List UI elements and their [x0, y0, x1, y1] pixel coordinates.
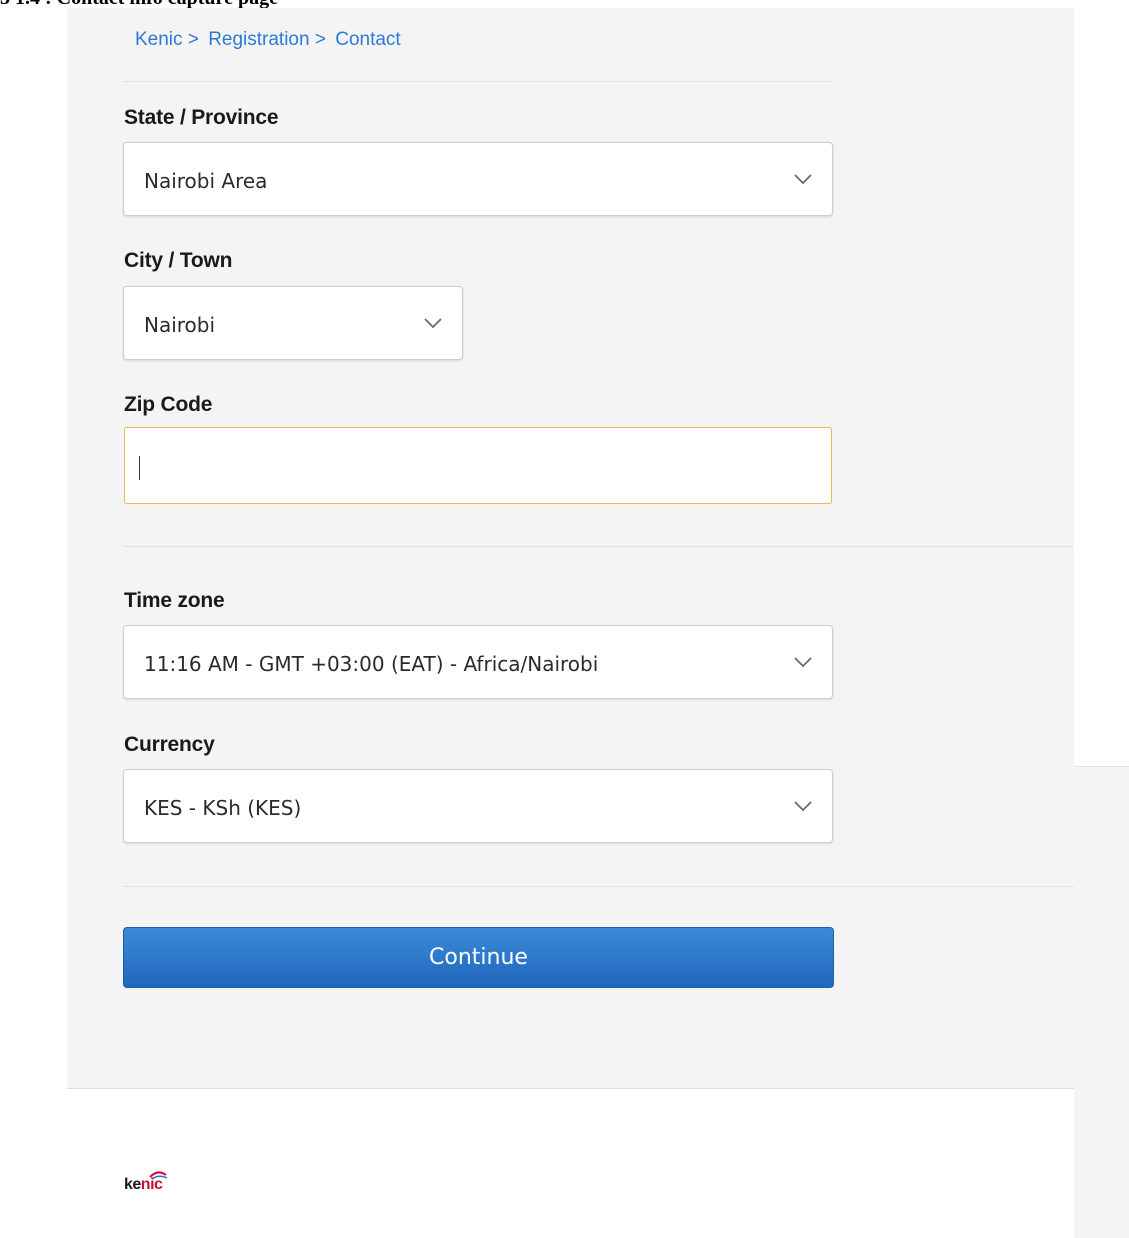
state-value: Nairobi Area: [144, 169, 268, 193]
footer: [67, 1088, 1074, 1238]
city-label: City / Town: [124, 249, 233, 272]
timezone-value: 11:16 AM - GMT +03:00 (EAT) - Africa/Nai…: [144, 652, 599, 676]
breadcrumb-registration[interactable]: Registration >: [208, 29, 326, 50]
logo-wordmark: kenic: [124, 1176, 163, 1194]
document-caption: 3 1.4 : Contact info capture page: [0, 0, 278, 8]
city-select[interactable]: Nairobi: [123, 286, 463, 360]
text-caret: [139, 456, 140, 480]
divider: [123, 886, 1074, 887]
zip-code-input[interactable]: [124, 427, 832, 504]
kenic-logo[interactable]: kenic: [124, 1170, 180, 1198]
logo-text-red: nic: [140, 1176, 163, 1193]
currency-label: Currency: [124, 733, 215, 756]
currency-select[interactable]: KES - KSh (KES): [123, 769, 833, 843]
breadcrumb-contact[interactable]: Contact: [335, 29, 400, 50]
continue-button[interactable]: Continue: [123, 927, 834, 988]
divider: [123, 546, 1074, 547]
chevron-down-icon: [424, 318, 442, 328]
city-value: Nairobi: [144, 313, 216, 337]
chevron-down-icon: [794, 801, 812, 811]
breadcrumb: Kenic > Registration > Contact: [135, 29, 405, 51]
divider: [123, 81, 832, 82]
right-margin: [1074, 8, 1129, 766]
breadcrumb-kenic[interactable]: Kenic >: [135, 29, 199, 50]
currency-value: KES - KSh (KES): [144, 796, 302, 820]
logo-text-dark: ke: [124, 1176, 141, 1193]
state-label: State / Province: [124, 106, 279, 129]
right-margin-lower: [1074, 766, 1129, 1238]
state-select[interactable]: Nairobi Area: [123, 142, 833, 216]
chevron-down-icon: [794, 657, 812, 667]
timezone-label: Time zone: [124, 589, 225, 612]
timezone-select[interactable]: 11:16 AM - GMT +03:00 (EAT) - Africa/Nai…: [123, 625, 833, 699]
zip-label: Zip Code: [124, 393, 213, 416]
chevron-down-icon: [794, 174, 812, 184]
